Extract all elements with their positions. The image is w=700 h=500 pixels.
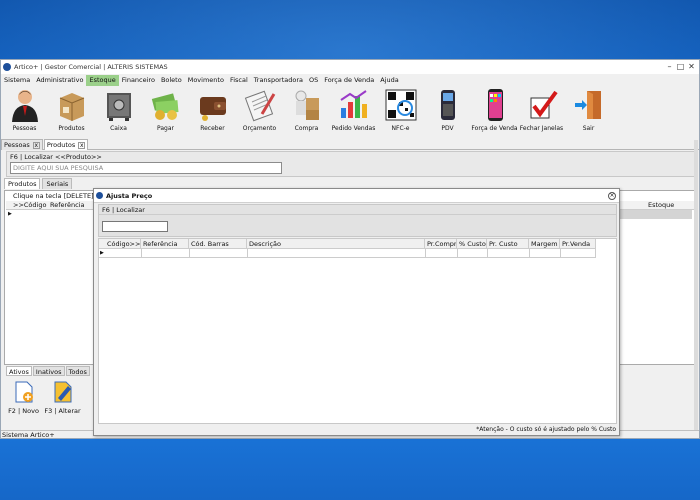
toolbar-orcamento-button[interactable]: Orçamento xyxy=(236,86,283,138)
menu-financeiro[interactable]: Financeiro xyxy=(119,75,158,86)
exit-door-icon xyxy=(573,88,605,122)
person-icon xyxy=(9,88,41,122)
edit-document-icon xyxy=(52,380,74,404)
column-descricao[interactable]: Descrição xyxy=(247,239,425,249)
dialog-title-bar: Ajusta Preço × xyxy=(94,189,619,203)
toolbar-compra-button[interactable]: Compra xyxy=(283,86,330,138)
app-logo-icon xyxy=(3,63,11,71)
product-search-panel: F6 | Localizar <<Produto>> DIGITE AQUI S… xyxy=(6,151,697,177)
minimize-button[interactable]: – xyxy=(664,60,675,73)
column-percent-custo[interactable]: % Custo xyxy=(457,239,487,249)
toolbar-pagar-button[interactable]: Pagar xyxy=(142,86,189,138)
column-referencia[interactable]: Referência xyxy=(141,239,189,249)
toolbar-pedido-vendas-button[interactable]: Pedido Vendas xyxy=(330,86,377,138)
toolbar-caixa-button[interactable]: Caixa xyxy=(95,86,142,138)
toolbar-fechar-janelas-button[interactable]: Fechar Janelas xyxy=(518,86,565,138)
toolbar-nfce-button[interactable]: NFC-e xyxy=(377,86,424,138)
tab-ativos[interactable]: Ativos xyxy=(6,366,32,376)
menu-transportadora[interactable]: Transportadora xyxy=(251,75,306,86)
menu-ajuda[interactable]: Ajuda xyxy=(377,75,401,86)
toolbar-produtos-button[interactable]: Produtos xyxy=(48,86,95,138)
checkmark-icon xyxy=(526,88,558,122)
box-icon xyxy=(56,88,88,122)
column-pr-compra[interactable]: Pr.Compra xyxy=(425,239,457,249)
column-pr-venda[interactable]: Pr.Venda xyxy=(560,239,596,249)
menu-estoque[interactable]: Estoque xyxy=(86,75,119,86)
money-icon xyxy=(150,88,182,122)
new-button[interactable]: F2 | Novo xyxy=(6,380,41,428)
price-grid[interactable]: Código>> Referência Cód. Barras Descriçã… xyxy=(98,238,617,424)
tab-produtos-list[interactable]: Produtos xyxy=(4,178,41,189)
dialog-search-panel: F6 | Localizar xyxy=(98,204,617,237)
status-filter-tabs: Ativos Inativos Todos xyxy=(6,366,91,376)
column-pr-custo[interactable]: Pr. Custo xyxy=(487,239,529,249)
column-referencia[interactable]: Referência xyxy=(50,201,85,210)
toolbar-receber-button[interactable]: Receber xyxy=(189,86,236,138)
new-document-icon xyxy=(13,380,35,404)
table-row[interactable]: ▶ xyxy=(99,249,596,258)
price-grid-header: Código>> Referência Cód. Barras Descriçã… xyxy=(99,239,596,249)
bottom-actions: F2 | Novo F3 | Alterar xyxy=(6,380,84,428)
safe-icon xyxy=(103,88,135,122)
wallet-icon xyxy=(197,88,229,122)
divider xyxy=(99,214,616,215)
column-cod-barras[interactable]: Cód. Barras xyxy=(189,239,247,249)
column-codigo[interactable]: Código>> xyxy=(105,239,141,249)
tab-pessoas[interactable]: Pessoas x xyxy=(1,139,43,150)
toolbar-forca-de-venda-button[interactable]: Força de Venda xyxy=(471,86,518,138)
delivery-icon xyxy=(291,88,323,122)
search-input[interactable]: DIGITE AQUI SUA PESQUISA xyxy=(10,162,282,174)
ajusta-preco-dialog: Ajusta Preço × F6 | Localizar Código>> R… xyxy=(93,188,620,436)
toolbar-pessoas-button[interactable]: Pessoas xyxy=(1,86,48,138)
menu-forca-de-venda[interactable]: Força de Venda xyxy=(321,75,377,86)
dialog-search-label: F6 | Localizar xyxy=(102,206,145,214)
tab-inativos[interactable]: Inativos xyxy=(32,366,65,376)
clipboard-icon xyxy=(244,88,276,122)
window-title: Artico+ | Gestor Comercial | ALTERIS SIS… xyxy=(14,63,168,71)
chart-icon xyxy=(338,88,370,122)
menu-fiscal[interactable]: Fiscal xyxy=(227,75,251,86)
smartphone-icon xyxy=(479,88,511,122)
tab-produtos[interactable]: Produtos x xyxy=(43,139,89,150)
title-bar: Artico+ | Gestor Comercial | ALTERIS SIS… xyxy=(1,60,699,74)
dialog-search-input[interactable] xyxy=(102,221,168,232)
menu-os[interactable]: OS xyxy=(306,75,321,86)
app-logo-icon xyxy=(96,192,103,199)
column-codigo[interactable]: >>Código xyxy=(13,201,46,210)
menu-boleto[interactable]: Boleto xyxy=(158,75,185,86)
toolbar-sair-button[interactable]: Sair xyxy=(565,86,612,138)
maximize-button[interactable]: □ xyxy=(675,60,686,73)
search-label: F6 | Localizar <<Produto>> xyxy=(10,153,102,161)
row-marker-icon: ▶ xyxy=(100,250,104,256)
close-tab-icon[interactable]: x xyxy=(32,141,40,149)
toolbar: Pessoas Produtos Caixa Pagar Receber Orç… xyxy=(1,86,699,138)
row-marker-icon: ▶ xyxy=(8,211,12,217)
qrcode-icon xyxy=(385,88,417,122)
dialog-title: Ajusta Preço xyxy=(106,191,153,200)
menu-administrativo[interactable]: Administrativo xyxy=(33,75,86,86)
column-estoque[interactable]: Estoque xyxy=(648,201,674,210)
table-row[interactable] xyxy=(620,210,692,219)
edit-button[interactable]: F3 | Alterar xyxy=(44,380,81,428)
dialog-close-button[interactable]: × xyxy=(608,192,616,200)
document-tabs: Pessoas x Produtos x xyxy=(1,139,699,150)
pos-terminal-icon xyxy=(432,88,464,122)
close-button[interactable]: ✕ xyxy=(686,60,697,73)
menu-bar: Sistema Administrativo Estoque Financeir… xyxy=(1,75,699,86)
tab-seriais[interactable]: Seriais xyxy=(42,178,73,189)
menu-sistema[interactable]: Sistema xyxy=(1,75,33,86)
tab-todos[interactable]: Todos xyxy=(65,366,90,376)
toolbar-pdv-button[interactable]: PDV xyxy=(424,86,471,138)
scrollbar[interactable] xyxy=(694,140,698,430)
dialog-footer-note: *Atenção - O custo só é ajustado pelo % … xyxy=(476,426,616,433)
close-tab-icon[interactable]: x xyxy=(78,141,86,149)
inner-tabs: Produtos Seriais xyxy=(4,178,74,189)
column-margem[interactable]: Margem xyxy=(529,239,560,249)
menu-movimento[interactable]: Movimento xyxy=(185,75,227,86)
